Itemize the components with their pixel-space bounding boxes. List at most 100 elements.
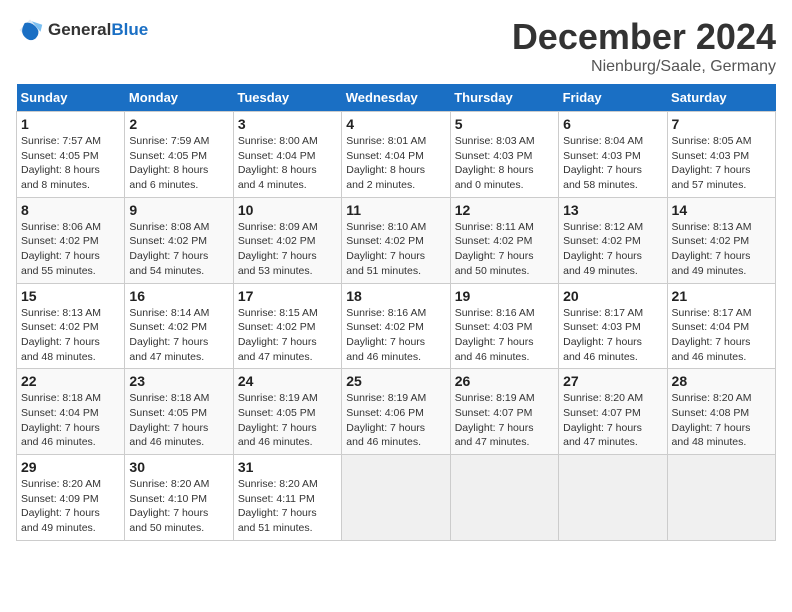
day-cell-21: 21 Sunrise: 8:17 AM Sunset: 4:04 PM Dayli… — [667, 283, 775, 369]
day-number: 19 — [455, 288, 554, 304]
day-number: 26 — [455, 373, 554, 389]
day-number: 24 — [238, 373, 337, 389]
day-cell-12: 12 Sunrise: 8:11 AM Sunset: 4:02 PM Dayli… — [450, 197, 558, 283]
day-info: Sunrise: 8:18 AM Sunset: 4:05 PM Dayligh… — [129, 391, 228, 450]
day-cell-14: 14 Sunrise: 8:13 AM Sunset: 4:02 PM Dayli… — [667, 197, 775, 283]
day-number: 15 — [21, 288, 120, 304]
day-number: 28 — [672, 373, 771, 389]
day-cell-31: 31 Sunrise: 8:20 AM Sunset: 4:11 PM Dayli… — [233, 455, 341, 541]
day-number: 14 — [672, 202, 771, 218]
day-info: Sunrise: 8:15 AM Sunset: 4:02 PM Dayligh… — [238, 306, 337, 365]
day-cell-2: 2Sunrise: 7:59 AM Sunset: 4:05 PM Daylig… — [125, 112, 233, 198]
day-number: 25 — [346, 373, 445, 389]
day-number: 29 — [21, 459, 120, 475]
day-info: Sunrise: 8:06 AM Sunset: 4:02 PM Dayligh… — [21, 220, 120, 279]
calendar-table: SundayMondayTuesdayWednesdayThursdayFrid… — [16, 84, 776, 541]
day-info: Sunrise: 8:08 AM Sunset: 4:02 PM Dayligh… — [129, 220, 228, 279]
dow-header-monday: Monday — [125, 84, 233, 112]
day-number: 8 — [21, 202, 120, 218]
day-cell-4: 4 Sunrise: 8:01 AM Sunset: 4:04 PM Daylig… — [342, 112, 450, 198]
day-number: 9 — [129, 202, 228, 218]
day-number: 23 — [129, 373, 228, 389]
dow-header-saturday: Saturday — [667, 84, 775, 112]
day-cell-19: 19Sunrise: 8:16 AM Sunset: 4:03 PM Dayli… — [450, 283, 558, 369]
day-cell-9: 9 Sunrise: 8:08 AM Sunset: 4:02 PM Daylig… — [125, 197, 233, 283]
day-cell-3: 3Sunrise: 8:00 AM Sunset: 4:04 PM Daylig… — [233, 112, 341, 198]
day-number: 21 — [672, 288, 771, 304]
calendar-week-4: 22Sunrise: 8:18 AM Sunset: 4:04 PM Dayli… — [17, 369, 776, 455]
empty-cell — [559, 455, 667, 541]
month-title: December 2024 — [512, 16, 776, 58]
title-block: December 2024 Nienburg/Saale, Germany — [512, 16, 776, 76]
day-info: Sunrise: 8:20 AM Sunset: 4:08 PM Dayligh… — [672, 391, 771, 450]
day-info: Sunrise: 8:20 AM Sunset: 4:10 PM Dayligh… — [129, 477, 228, 536]
day-info: Sunrise: 8:20 AM Sunset: 4:07 PM Dayligh… — [563, 391, 662, 450]
day-cell-16: 16 Sunrise: 8:14 AM Sunset: 4:02 PM Dayli… — [125, 283, 233, 369]
day-number: 1 — [21, 116, 120, 132]
day-cell-20: 20 Sunrise: 8:17 AM Sunset: 4:03 PM Dayli… — [559, 283, 667, 369]
logo: GeneralBlue — [16, 16, 148, 44]
day-number: 5 — [455, 116, 554, 132]
day-cell-23: 23 Sunrise: 8:18 AM Sunset: 4:05 PM Dayli… — [125, 369, 233, 455]
day-number: 6 — [563, 116, 662, 132]
day-info: Sunrise: 8:19 AM Sunset: 4:06 PM Dayligh… — [346, 391, 445, 450]
day-cell-25: 25 Sunrise: 8:19 AM Sunset: 4:06 PM Dayli… — [342, 369, 450, 455]
day-cell-18: 18 Sunrise: 8:16 AM Sunset: 4:02 PM Dayli… — [342, 283, 450, 369]
dow-header-thursday: Thursday — [450, 84, 558, 112]
calendar-week-2: 8 Sunrise: 8:06 AM Sunset: 4:02 PM Daylig… — [17, 197, 776, 283]
day-cell-30: 30 Sunrise: 8:20 AM Sunset: 4:10 PM Dayli… — [125, 455, 233, 541]
day-number: 18 — [346, 288, 445, 304]
day-info: Sunrise: 8:11 AM Sunset: 4:02 PM Dayligh… — [455, 220, 554, 279]
day-cell-15: 15Sunrise: 8:13 AM Sunset: 4:02 PM Dayli… — [17, 283, 125, 369]
day-info: Sunrise: 8:20 AM Sunset: 4:09 PM Dayligh… — [21, 477, 120, 536]
day-cell-10: 10 Sunrise: 8:09 AM Sunset: 4:02 PM Dayli… — [233, 197, 341, 283]
day-info: Sunrise: 8:17 AM Sunset: 4:03 PM Dayligh… — [563, 306, 662, 365]
day-info: Sunrise: 8:20 AM Sunset: 4:11 PM Dayligh… — [238, 477, 337, 536]
day-info: Sunrise: 8:05 AM Sunset: 4:03 PM Dayligh… — [672, 134, 771, 193]
day-number: 31 — [238, 459, 337, 475]
day-number: 16 — [129, 288, 228, 304]
empty-cell — [667, 455, 775, 541]
day-info: Sunrise: 8:13 AM Sunset: 4:02 PM Dayligh… — [672, 220, 771, 279]
day-number: 10 — [238, 202, 337, 218]
day-number: 30 — [129, 459, 228, 475]
day-cell-27: 27Sunrise: 8:20 AM Sunset: 4:07 PM Dayli… — [559, 369, 667, 455]
calendar-week-5: 29 Sunrise: 8:20 AM Sunset: 4:09 PM Dayli… — [17, 455, 776, 541]
day-cell-24: 24 Sunrise: 8:19 AM Sunset: 4:05 PM Dayli… — [233, 369, 341, 455]
dow-header-wednesday: Wednesday — [342, 84, 450, 112]
day-cell-5: 5 Sunrise: 8:03 AM Sunset: 4:03 PM Daylig… — [450, 112, 558, 198]
day-info: Sunrise: 8:19 AM Sunset: 4:05 PM Dayligh… — [238, 391, 337, 450]
day-info: Sunrise: 8:14 AM Sunset: 4:02 PM Dayligh… — [129, 306, 228, 365]
dow-header-friday: Friday — [559, 84, 667, 112]
day-info: Sunrise: 8:12 AM Sunset: 4:02 PM Dayligh… — [563, 220, 662, 279]
day-cell-29: 29 Sunrise: 8:20 AM Sunset: 4:09 PM Dayli… — [17, 455, 125, 541]
day-cell-8: 8 Sunrise: 8:06 AM Sunset: 4:02 PM Daylig… — [17, 197, 125, 283]
day-cell-13: 13 Sunrise: 8:12 AM Sunset: 4:02 PM Dayli… — [559, 197, 667, 283]
day-info: Sunrise: 8:17 AM Sunset: 4:04 PM Dayligh… — [672, 306, 771, 365]
day-info: Sunrise: 8:01 AM Sunset: 4:04 PM Dayligh… — [346, 134, 445, 193]
day-cell-26: 26Sunrise: 8:19 AM Sunset: 4:07 PM Dayli… — [450, 369, 558, 455]
day-cell-17: 17Sunrise: 8:15 AM Sunset: 4:02 PM Dayli… — [233, 283, 341, 369]
day-cell-7: 7 Sunrise: 8:05 AM Sunset: 4:03 PM Daylig… — [667, 112, 775, 198]
dow-header-sunday: Sunday — [17, 84, 125, 112]
day-info: Sunrise: 8:09 AM Sunset: 4:02 PM Dayligh… — [238, 220, 337, 279]
calendar-week-1: 1Sunrise: 7:57 AM Sunset: 4:05 PM Daylig… — [17, 112, 776, 198]
day-info: Sunrise: 8:16 AM Sunset: 4:02 PM Dayligh… — [346, 306, 445, 365]
empty-cell — [342, 455, 450, 541]
day-info: Sunrise: 8:03 AM Sunset: 4:03 PM Dayligh… — [455, 134, 554, 193]
day-cell-1: 1Sunrise: 7:57 AM Sunset: 4:05 PM Daylig… — [17, 112, 125, 198]
day-number: 7 — [672, 116, 771, 132]
dow-header-tuesday: Tuesday — [233, 84, 341, 112]
empty-cell — [450, 455, 558, 541]
day-number: 3 — [238, 116, 337, 132]
day-number: 11 — [346, 202, 445, 218]
day-number: 13 — [563, 202, 662, 218]
page-header: GeneralBlue December 2024 Nienburg/Saale… — [16, 16, 776, 76]
day-number: 20 — [563, 288, 662, 304]
day-info: Sunrise: 8:18 AM Sunset: 4:04 PM Dayligh… — [21, 391, 120, 450]
day-cell-11: 11Sunrise: 8:10 AM Sunset: 4:02 PM Dayli… — [342, 197, 450, 283]
day-number: 4 — [346, 116, 445, 132]
logo-text: GeneralBlue — [48, 20, 148, 40]
day-cell-28: 28 Sunrise: 8:20 AM Sunset: 4:08 PM Dayli… — [667, 369, 775, 455]
day-number: 12 — [455, 202, 554, 218]
